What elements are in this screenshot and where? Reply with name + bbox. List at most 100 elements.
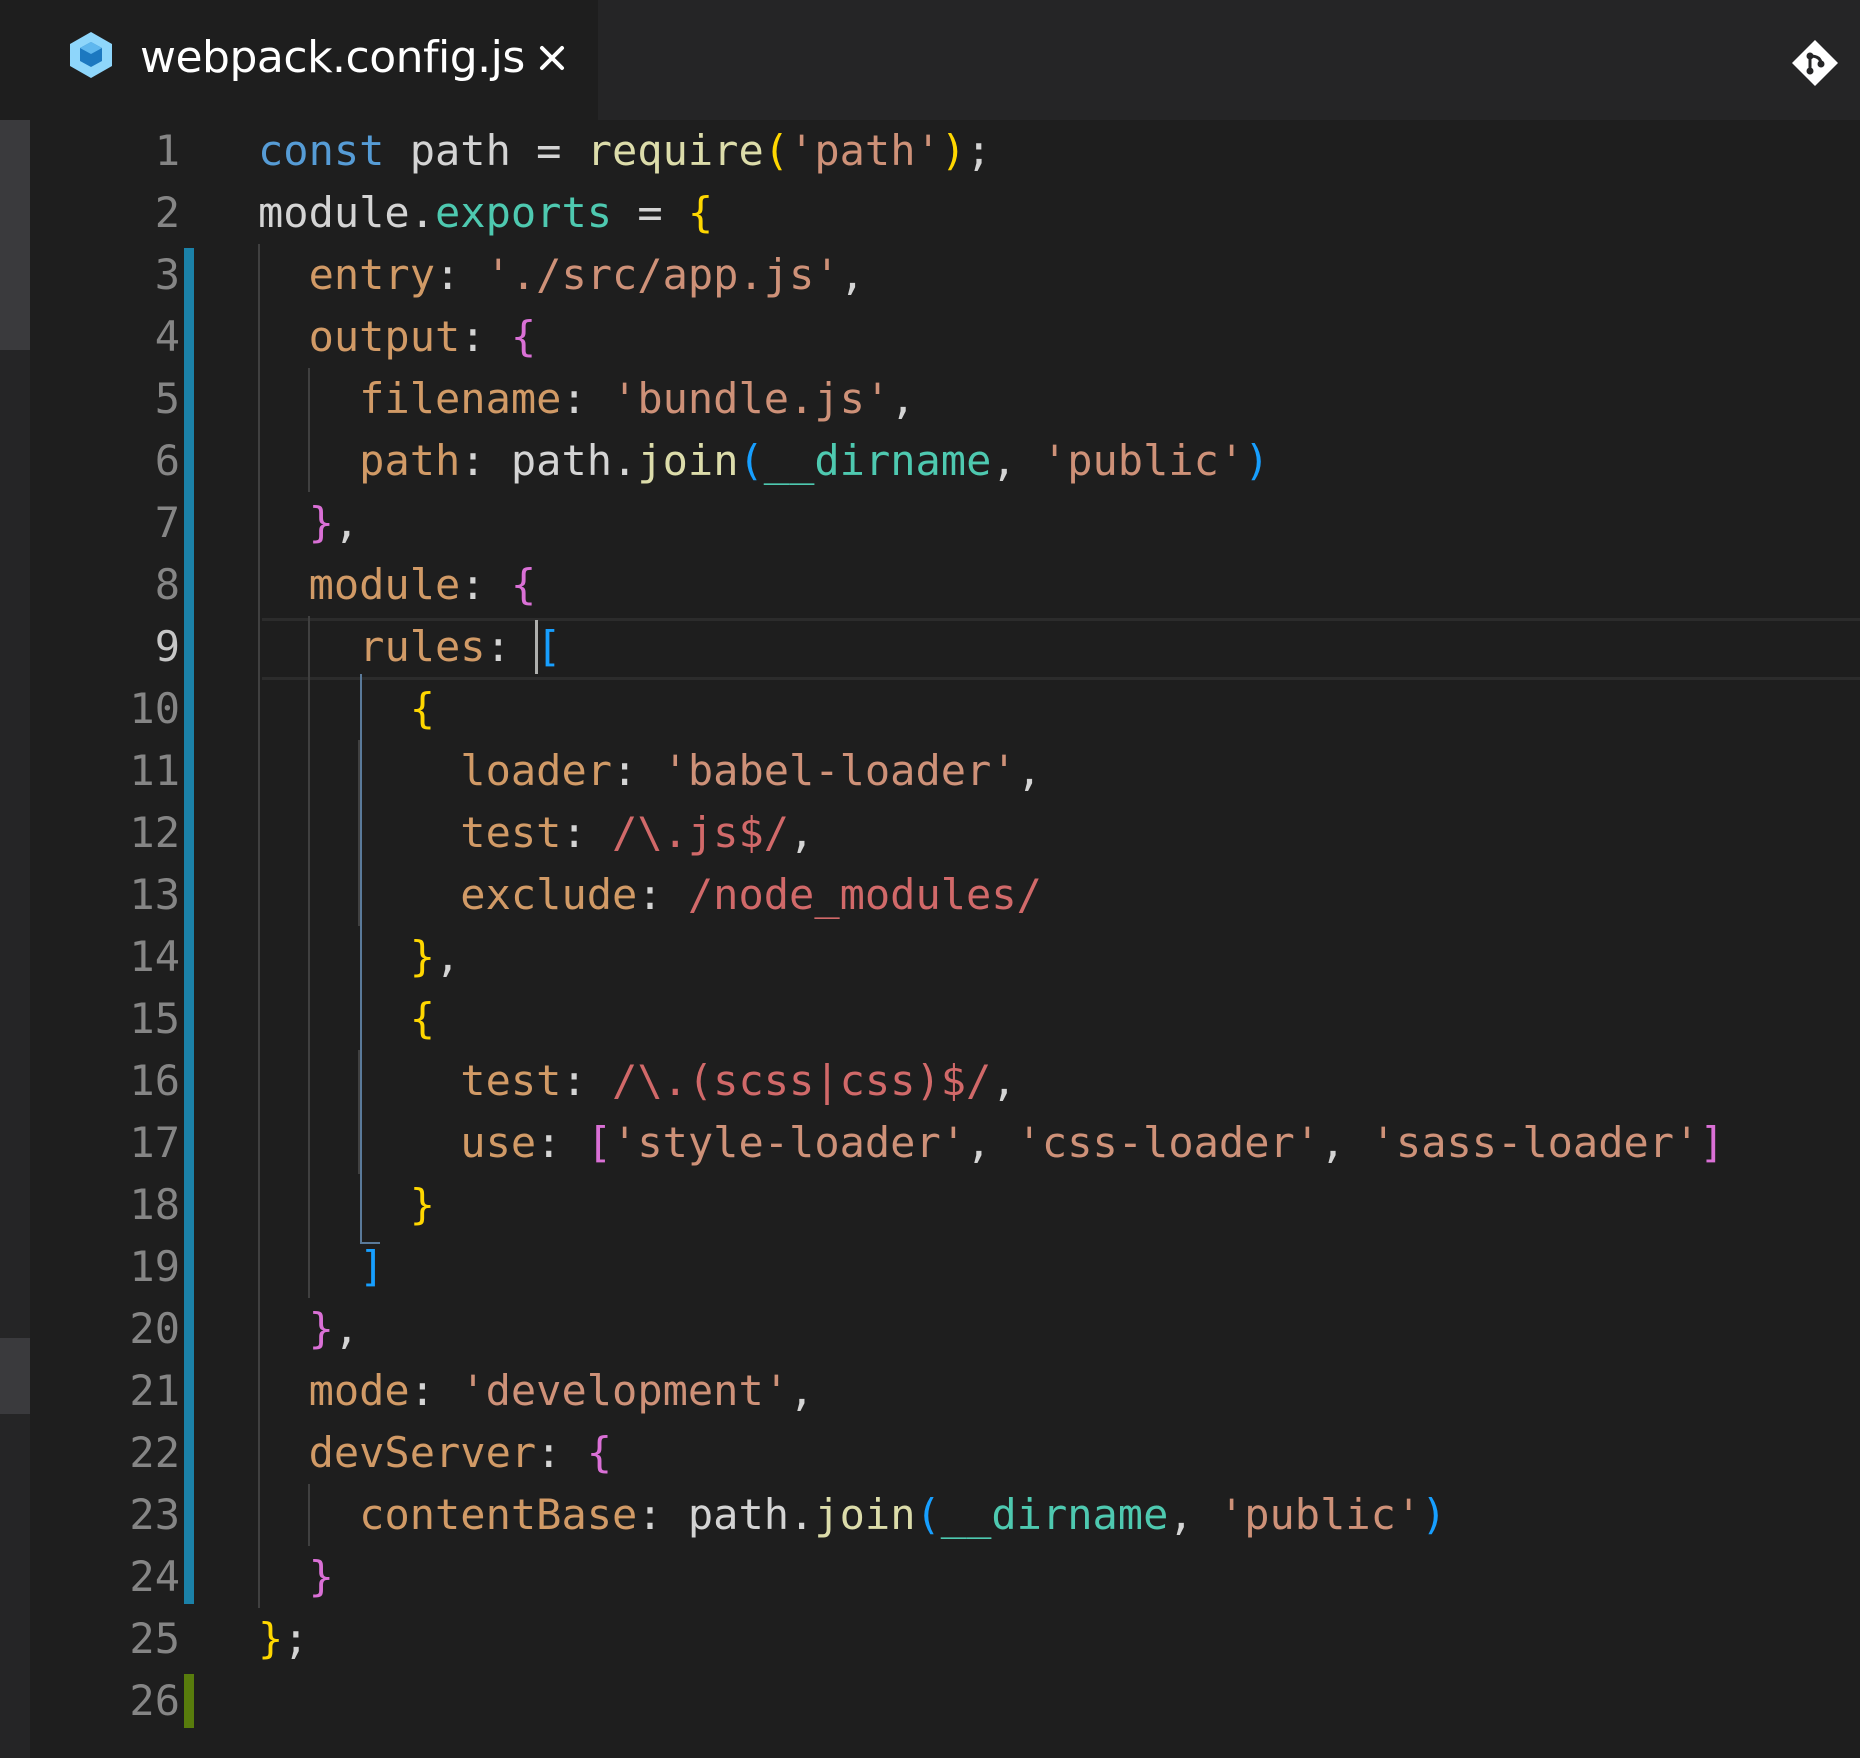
code-line[interactable]: }, bbox=[258, 492, 360, 554]
code-line[interactable]: use: ['style-loader', 'css-loader', 'sas… bbox=[258, 1112, 1724, 1174]
line-number[interactable]: 17 bbox=[30, 1112, 180, 1174]
line-number[interactable]: 13 bbox=[30, 864, 180, 926]
line-number[interactable]: 21 bbox=[30, 1360, 180, 1422]
scroll-rail[interactable] bbox=[0, 120, 30, 1758]
code-line[interactable]: ] bbox=[258, 1236, 384, 1298]
code-token: : bbox=[561, 374, 613, 423]
code-line[interactable]: }, bbox=[258, 1298, 360, 1360]
code-token: . bbox=[789, 1490, 815, 1539]
code-token: __dirname bbox=[940, 1490, 1169, 1539]
code-token: : bbox=[536, 1428, 587, 1477]
code-token: filename bbox=[359, 374, 562, 423]
code-token: rules bbox=[359, 622, 486, 671]
code-line[interactable]: mode: 'development', bbox=[258, 1360, 815, 1422]
line-number[interactable]: 20 bbox=[30, 1298, 180, 1360]
added-lines-indicator[interactable] bbox=[184, 1674, 194, 1728]
line-number[interactable]: 25 bbox=[30, 1608, 180, 1670]
code-token: , bbox=[991, 1056, 1017, 1105]
code-line[interactable]: { bbox=[258, 988, 435, 1050]
modified-lines-indicator[interactable] bbox=[184, 248, 194, 1604]
close-icon[interactable] bbox=[538, 44, 566, 72]
code-token: { bbox=[510, 312, 537, 361]
code-token: join bbox=[637, 436, 739, 485]
line-number[interactable]: 3 bbox=[30, 244, 180, 306]
line-number[interactable]: 23 bbox=[30, 1484, 180, 1546]
code-token: , bbox=[839, 250, 865, 299]
code-line[interactable]: module.exports = { bbox=[258, 182, 713, 244]
line-number[interactable]: 11 bbox=[30, 740, 180, 802]
line-number[interactable]: 4 bbox=[30, 306, 180, 368]
code-line[interactable]: filename: 'bundle.js', bbox=[258, 368, 915, 430]
line-number[interactable]: 5 bbox=[30, 368, 180, 430]
line-number[interactable]: 6 bbox=[30, 430, 180, 492]
code-token: 'css-loader' bbox=[1016, 1118, 1321, 1167]
code-token: } bbox=[308, 498, 334, 547]
code-line[interactable]: } bbox=[258, 1174, 435, 1236]
code-token: path bbox=[359, 436, 461, 485]
line-number[interactable]: 8 bbox=[30, 554, 180, 616]
code-line[interactable]: path: path.join(__dirname, 'public') bbox=[258, 430, 1269, 492]
code-line[interactable]: } bbox=[258, 1546, 334, 1608]
line-number[interactable]: 10 bbox=[30, 678, 180, 740]
code-token: 'sass-loader' bbox=[1370, 1118, 1700, 1167]
code-line[interactable]: contentBase: path.join(__dirname, 'publi… bbox=[258, 1484, 1446, 1546]
code-token: entry bbox=[308, 250, 436, 299]
line-number[interactable]: 2 bbox=[30, 182, 180, 244]
line-number[interactable]: 16 bbox=[30, 1050, 180, 1112]
tab-webpack-config[interactable]: webpack.config.js bbox=[30, 0, 598, 120]
code-line[interactable]: rules: [ bbox=[258, 616, 561, 678]
line-number[interactable]: 14 bbox=[30, 926, 180, 988]
editor-window: webpack.config.js 1 2 3 4 5 6 7 8 9 10 11 12 13 14 15 1… bbox=[0, 0, 1860, 1758]
code-token: require bbox=[586, 126, 764, 175]
line-number[interactable]: 26 bbox=[30, 1670, 180, 1732]
code-area[interactable]: const path = require('path'); module.expo… bbox=[258, 120, 1848, 1758]
code-line[interactable]: }; bbox=[258, 1608, 309, 1670]
bracket-match-guide bbox=[360, 674, 380, 1244]
code-line[interactable]: entry: './src/app.js', bbox=[258, 244, 865, 306]
code-token: use bbox=[460, 1118, 537, 1167]
code-token: module bbox=[258, 188, 410, 237]
code-token: 'public' bbox=[1041, 436, 1245, 485]
code-token: : bbox=[637, 870, 688, 919]
code-token: : bbox=[637, 1490, 688, 1539]
code-token: } bbox=[308, 1304, 334, 1353]
code-token: } bbox=[409, 932, 436, 981]
code-token: { bbox=[687, 188, 714, 237]
code-token: : bbox=[561, 1056, 613, 1105]
code-token: } bbox=[258, 1614, 284, 1663]
code-token: , bbox=[789, 808, 815, 857]
git-compare-icon[interactable] bbox=[1790, 38, 1840, 88]
line-number[interactable]: 1 bbox=[30, 120, 180, 182]
line-number[interactable]: 7 bbox=[30, 492, 180, 554]
code-token: 'path' bbox=[789, 126, 941, 175]
code-token: 'babel-loader' bbox=[662, 746, 1017, 795]
code-token: , bbox=[789, 1366, 815, 1415]
line-number[interactable]: 18 bbox=[30, 1174, 180, 1236]
code-line[interactable]: { bbox=[258, 678, 435, 740]
line-number[interactable]: 19 bbox=[30, 1236, 180, 1298]
code-token: /node_modules/ bbox=[687, 870, 1042, 919]
code-token: module bbox=[308, 560, 461, 609]
line-number[interactable]: 9 bbox=[30, 616, 180, 678]
line-number[interactable]: 22 bbox=[30, 1422, 180, 1484]
code-token: ; bbox=[283, 1614, 309, 1663]
code-line[interactable]: const path = require('path'); bbox=[258, 120, 991, 182]
line-number[interactable]: 12 bbox=[30, 802, 180, 864]
code-token: mode bbox=[308, 1366, 410, 1415]
scroll-thumb[interactable] bbox=[0, 120, 30, 350]
code-line[interactable]: devServer: { bbox=[258, 1422, 612, 1484]
line-number[interactable]: 15 bbox=[30, 988, 180, 1050]
line-number[interactable]: 24 bbox=[30, 1546, 180, 1608]
tab-title: webpack.config.js bbox=[140, 32, 525, 83]
code-line[interactable]: module: { bbox=[258, 554, 537, 616]
line-number-gutter: 1 2 3 4 5 6 7 8 9 10 11 12 13 14 15 16 17 18 19 20 21 22 23 24 2… bbox=[30, 120, 180, 1758]
code-token: : bbox=[435, 250, 486, 299]
code-token: , bbox=[435, 932, 461, 981]
code-line[interactable]: test: /\.js$/, bbox=[258, 802, 814, 864]
code-line[interactable]: output: { bbox=[258, 306, 537, 368]
code-token: devServer bbox=[308, 1428, 537, 1477]
code-token: . bbox=[409, 188, 436, 237]
code-token: 'development' bbox=[460, 1366, 790, 1415]
